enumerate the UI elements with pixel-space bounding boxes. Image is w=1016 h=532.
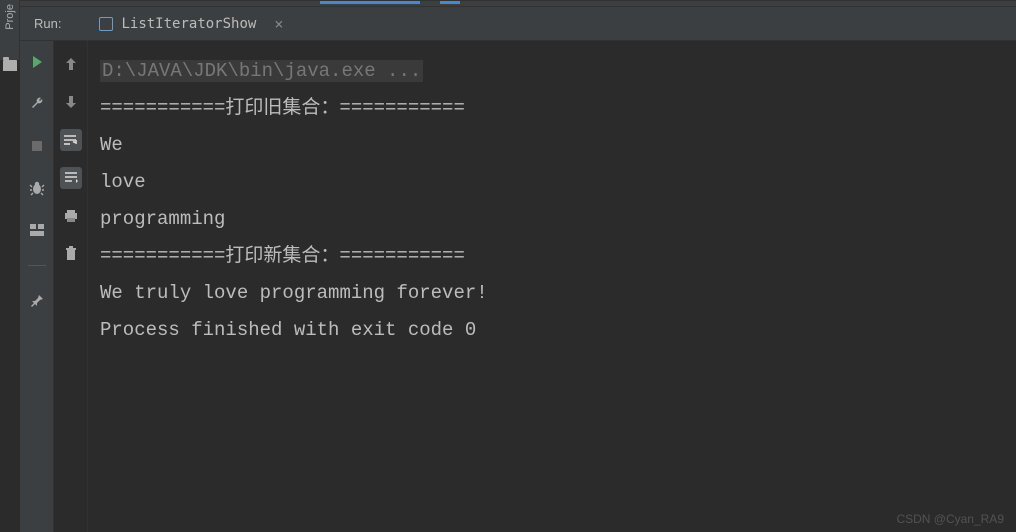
soft-wrap-icon[interactable] (60, 129, 82, 151)
run-tool-window: Run: ListIteratorShow × (20, 0, 1016, 532)
run-tab-name: ListIteratorShow (121, 16, 256, 32)
stop-icon[interactable] (28, 137, 46, 155)
run-icon[interactable] (28, 53, 46, 71)
run-configuration-tab[interactable]: ListIteratorShow × (91, 11, 291, 37)
console-gutter (54, 41, 88, 532)
console-line: love (100, 171, 146, 193)
watermark: CSDN @Cyan_RA9 (896, 512, 1004, 526)
bug-icon[interactable] (28, 179, 46, 197)
console-line: We truly love programming forever! (100, 282, 488, 304)
print-icon[interactable] (60, 205, 82, 227)
close-icon[interactable]: × (274, 15, 283, 33)
toolbar-divider (28, 265, 46, 266)
arrow-down-icon[interactable] (60, 91, 82, 113)
console-line: We (100, 134, 123, 156)
arrow-up-icon[interactable] (60, 53, 82, 75)
trash-icon[interactable] (60, 243, 82, 265)
console-line: ===========打印新集合：=========== (100, 245, 465, 267)
pin-icon[interactable] (28, 292, 46, 310)
run-body: D:\JAVA\JDK\bin\java.exe ... ===========… (20, 41, 1016, 532)
run-header: Run: ListIteratorShow × (20, 7, 1016, 41)
project-tool-tab[interactable]: Proje (0, 0, 20, 60)
console-line: programming (100, 208, 225, 230)
run-toolbar (20, 41, 54, 532)
run-label: Run: (34, 16, 61, 31)
wrench-icon[interactable] (28, 95, 46, 113)
folder-icon (3, 60, 17, 71)
project-tab-label: Proje (4, 4, 16, 30)
console-output[interactable]: D:\JAVA\JDK\bin\java.exe ... ===========… (88, 41, 1016, 532)
layout-icon[interactable] (28, 221, 46, 239)
command-line: D:\JAVA\JDK\bin\java.exe ... (100, 60, 423, 82)
tab-underline (440, 1, 460, 4)
console-line: Process finished with exit code 0 (100, 319, 476, 341)
application-icon (99, 17, 113, 31)
scroll-to-end-icon[interactable] (60, 167, 82, 189)
console-line: ===========打印旧集合：=========== (100, 97, 465, 119)
tab-underline (320, 1, 420, 4)
